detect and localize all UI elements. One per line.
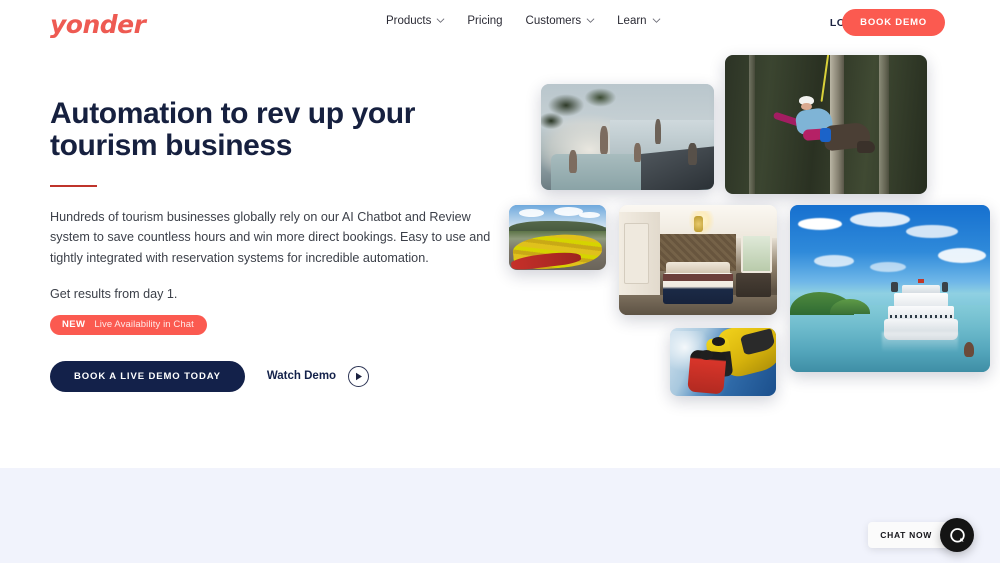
hero-cta-row: BOOK A LIVE DEMO TODAY Watch Demo — [50, 360, 510, 392]
page-title: Automation to rev up your tourism busine… — [50, 97, 416, 163]
hot-springs-photo — [541, 84, 714, 190]
watch-demo-button[interactable]: Watch Demo — [266, 365, 370, 387]
play-icon[interactable] — [348, 365, 370, 387]
badge-text-label: Live Availability in Chat — [94, 318, 194, 330]
hotel-room-photo — [619, 205, 777, 315]
book-live-demo-button[interactable]: BOOK A LIVE DEMO TODAY — [50, 360, 245, 392]
chat-bubble-icon[interactable] — [940, 518, 974, 552]
cruise-ship-photo — [790, 205, 990, 372]
landing-page: yonder Products Pricing Customers Learn — [0, 0, 1000, 563]
watch-demo-label: Watch Demo — [266, 370, 337, 383]
rafting-photo — [670, 328, 776, 396]
chat-widget[interactable]: CHAT NOW — [868, 518, 974, 552]
hero-body-text: Hundreds of tourism businesses globally … — [50, 209, 491, 265]
new-feature-badge[interactable]: NEW Live Availability in Chat — [50, 314, 207, 335]
hero-content: Automation to rev up your tourism busine… — [50, 97, 510, 392]
zipline-photo — [725, 55, 927, 194]
hero-subcopy: Get results from day 1. — [50, 286, 178, 301]
lower-section — [0, 468, 1000, 563]
badge-new-label: NEW — [62, 318, 86, 330]
kayaks-photo — [509, 205, 606, 270]
title-divider — [50, 184, 97, 187]
